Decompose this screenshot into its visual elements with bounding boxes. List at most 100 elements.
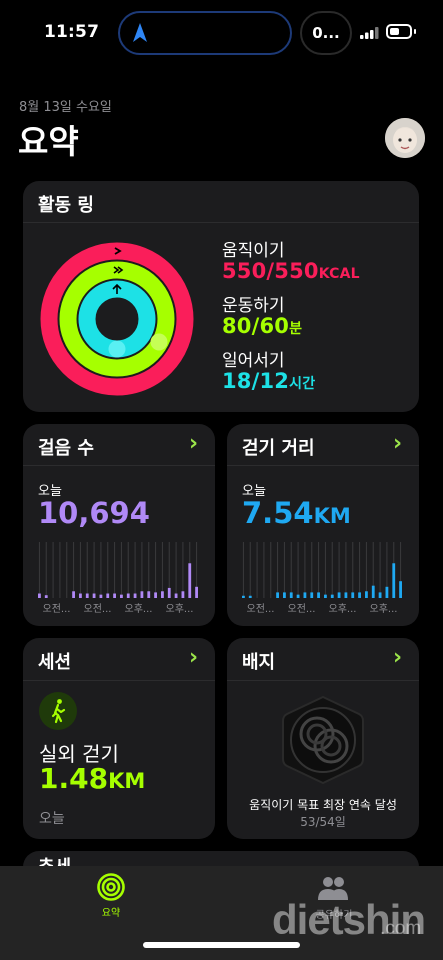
stand-value-row: 18/12시간 (222, 369, 315, 393)
navigation-arrow-icon (133, 23, 147, 42)
chart-bar (283, 592, 286, 598)
chart-bar (126, 593, 130, 598)
battery-tip (414, 29, 416, 34)
chart-bar (365, 591, 368, 598)
axis-tick: 오전... (246, 604, 275, 615)
chart-bar (133, 593, 137, 598)
stand-ring-end (108, 340, 126, 358)
activity-ring-title: 활동 링 (38, 195, 94, 216)
badge-caption: 움직이기 목표 최장 연속 달성 (249, 798, 397, 812)
distance-unit: KM (313, 504, 351, 528)
axis-tick: 오전... (42, 604, 71, 615)
axis-tick: 오후... (124, 604, 153, 615)
chart-bar (371, 585, 375, 598)
chart-bar (276, 592, 279, 598)
chart-bar (92, 593, 96, 598)
exercise-unit: 분 (289, 321, 303, 337)
chart-bar (358, 592, 361, 598)
session-value: 1.48 (39, 762, 109, 795)
stand-label: 일어서기 (222, 351, 285, 371)
chart-bar (44, 595, 48, 598)
chart-bar (289, 592, 293, 598)
distance-hourly-chart (242, 542, 402, 598)
badges-chevron-icon[interactable]: › (393, 645, 402, 670)
session-chevron-icon[interactable]: › (189, 645, 198, 670)
divider (23, 465, 215, 466)
stand-unit: 시간 (289, 376, 316, 392)
steps-value: 10,694 (38, 496, 150, 530)
exercise-label: 운동하기 (222, 296, 285, 316)
axis-tick: 오후... (369, 604, 398, 615)
award-badge-icon (282, 695, 364, 785)
exercise-value: 80/60 (222, 314, 290, 338)
chart-bar (399, 581, 402, 598)
chart-bar (337, 592, 341, 598)
summary-date: 8월 13일 수요일 (19, 100, 112, 115)
steps-axis: 오전... 오전... 오후... 오후... (36, 600, 200, 615)
profile-photo (385, 118, 425, 158)
profile-avatar[interactable] (385, 118, 425, 158)
chart-bar (113, 593, 116, 598)
chart-bar (351, 592, 355, 598)
page-title: 요약 (18, 122, 79, 161)
status-time: 11:57 (44, 22, 100, 42)
chart-bar (303, 592, 307, 598)
stand-ring (78, 280, 156, 358)
session-unit: KM (108, 769, 146, 793)
chart-bar (344, 592, 348, 598)
badges-title: 배지 (242, 652, 276, 673)
chart-bar (140, 591, 144, 598)
chart-bar (385, 586, 389, 598)
distance-title: 걷기 거리 (242, 438, 315, 459)
home-indicator[interactable] (143, 942, 300, 948)
chart-bar (378, 592, 382, 598)
chart-bar (167, 587, 171, 598)
chart-bar (106, 593, 110, 598)
divider (23, 222, 419, 223)
cellular-signal-icon (360, 27, 379, 39)
steps-hourly-chart (38, 542, 198, 598)
chart-bar (296, 594, 300, 598)
exercise-ring-end (150, 333, 168, 351)
move-label: 움직이기 (222, 241, 285, 261)
chart-bar (79, 593, 82, 598)
distance-axis: 오전... 오전... 오후... 오후... (240, 600, 404, 615)
chart-bar (181, 591, 185, 598)
trends-title: 추세 (38, 856, 71, 866)
axis-tick: 오전... (287, 604, 316, 615)
activity-rings-chart (40, 242, 194, 396)
activity-pill[interactable]: 0... (300, 11, 352, 55)
chart-bar (85, 593, 89, 598)
chart-bar (392, 563, 396, 598)
chart-bar (317, 592, 320, 598)
move-unit: KCAL (318, 266, 360, 282)
chart-bar (72, 591, 75, 598)
distance-chevron-icon[interactable]: › (393, 431, 402, 456)
chart-bar (324, 594, 327, 598)
chart-bar (99, 594, 103, 598)
chart-bar (242, 595, 245, 598)
watermark-suffix: .com (380, 918, 422, 939)
move-value: 550/550 (222, 259, 319, 283)
divider (227, 465, 419, 466)
divider (23, 680, 215, 681)
exercise-value-row: 80/60분 (222, 314, 302, 338)
chart-bar (120, 594, 123, 598)
stand-value: 18/12 (222, 369, 290, 393)
axis-tick: 오후... (328, 604, 357, 615)
chart-bar (248, 595, 252, 598)
steps-title: 걸음 수 (38, 438, 94, 459)
activity-rings-tab-icon[interactable] (97, 873, 125, 901)
chart-bar (310, 592, 314, 598)
axis-tick: 오전... (83, 604, 112, 615)
chart-bar (330, 594, 334, 598)
chart-bar (38, 593, 41, 598)
tab-summary[interactable]: 요약 (92, 904, 130, 919)
axis-tick: 오후... (165, 604, 194, 615)
session-date: 오늘 (39, 811, 65, 827)
session-title: 세션 (38, 652, 72, 673)
chart-bar (188, 563, 192, 598)
session-value-row: 1.48KM (39, 762, 145, 795)
steps-chevron-icon[interactable]: › (189, 431, 198, 456)
walking-figure-icon (39, 692, 77, 730)
